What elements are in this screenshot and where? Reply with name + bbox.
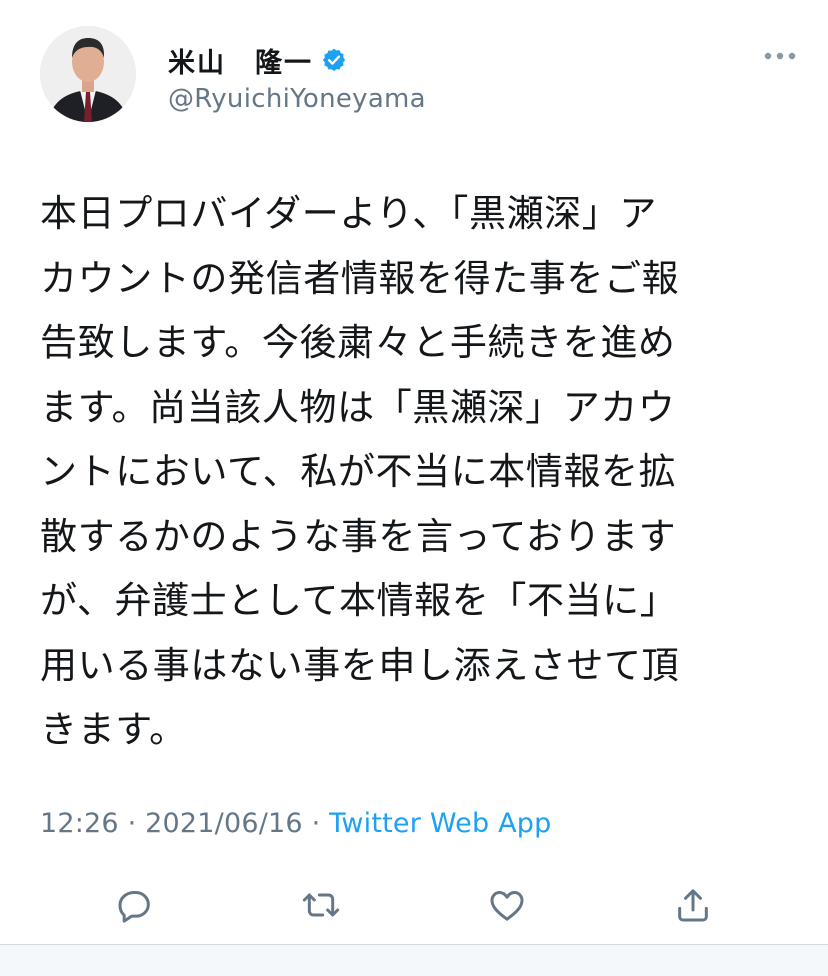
reply-button[interactable] [112, 882, 158, 928]
tweet-text: 本日プロバイダーより、「黒瀬深」ア カウントの発信者情報を得た事をご報 告致しま… [40, 182, 788, 763]
tweet-text-line: が、弁護士として本情報を「不当に」 [40, 579, 678, 622]
tweet-date[interactable]: 2021/06/16 [145, 808, 303, 839]
avatar[interactable] [40, 26, 136, 122]
share-button[interactable] [670, 882, 716, 928]
tweet-meta: 12:26 · 2021/06/16 · Twitter Web App [40, 808, 551, 839]
author-names: 米山 隆一 @RyuichiYoneyama [168, 40, 426, 115]
like-icon [490, 891, 524, 921]
bottom-strip [0, 945, 828, 976]
tweet-text-line: ントにおいて、私が不当に本情報を拡 [40, 450, 677, 493]
tweet-header: 米山 隆一 @RyuichiYoneyama [40, 26, 798, 136]
avatar-image [40, 26, 136, 122]
retweet-button[interactable] [298, 882, 344, 928]
handle[interactable]: @RyuichiYoneyama [168, 84, 426, 114]
tweet-text-line: きます。 [40, 708, 187, 751]
display-name[interactable]: 米山 隆一 [168, 41, 313, 80]
like-button[interactable] [484, 882, 530, 928]
tweet-time[interactable]: 12:26 [40, 808, 119, 839]
tweet-source-link[interactable]: Twitter Web App [329, 808, 551, 839]
tweet-text-line: 本日プロバイダーより、「黒瀬深」ア [40, 192, 657, 235]
display-name-row: 米山 隆一 [168, 40, 426, 80]
verified-badge-icon [321, 47, 347, 73]
reply-icon [118, 891, 150, 923]
tweet-text-line: 用いる事はない事を申し添えさせて頂 [40, 643, 680, 687]
meta-separator: · [302, 808, 330, 839]
more-options-icon[interactable] [762, 44, 798, 68]
meta-separator: · [118, 808, 146, 839]
tweet-actions [0, 870, 828, 940]
retweet-icon [302, 893, 340, 917]
tweet-text-line: ます。尚当該人物は「黒瀬深」アカウ [40, 385, 676, 429]
tweet-text-line: 散するかのような事を言っております [40, 514, 677, 558]
share-icon [678, 889, 708, 922]
tweet-text-line: カウントの発信者情報を得た事をご報 [40, 256, 680, 300]
tweet-text-line: 告致します。今後粛々と手続きを進め [40, 321, 676, 364]
